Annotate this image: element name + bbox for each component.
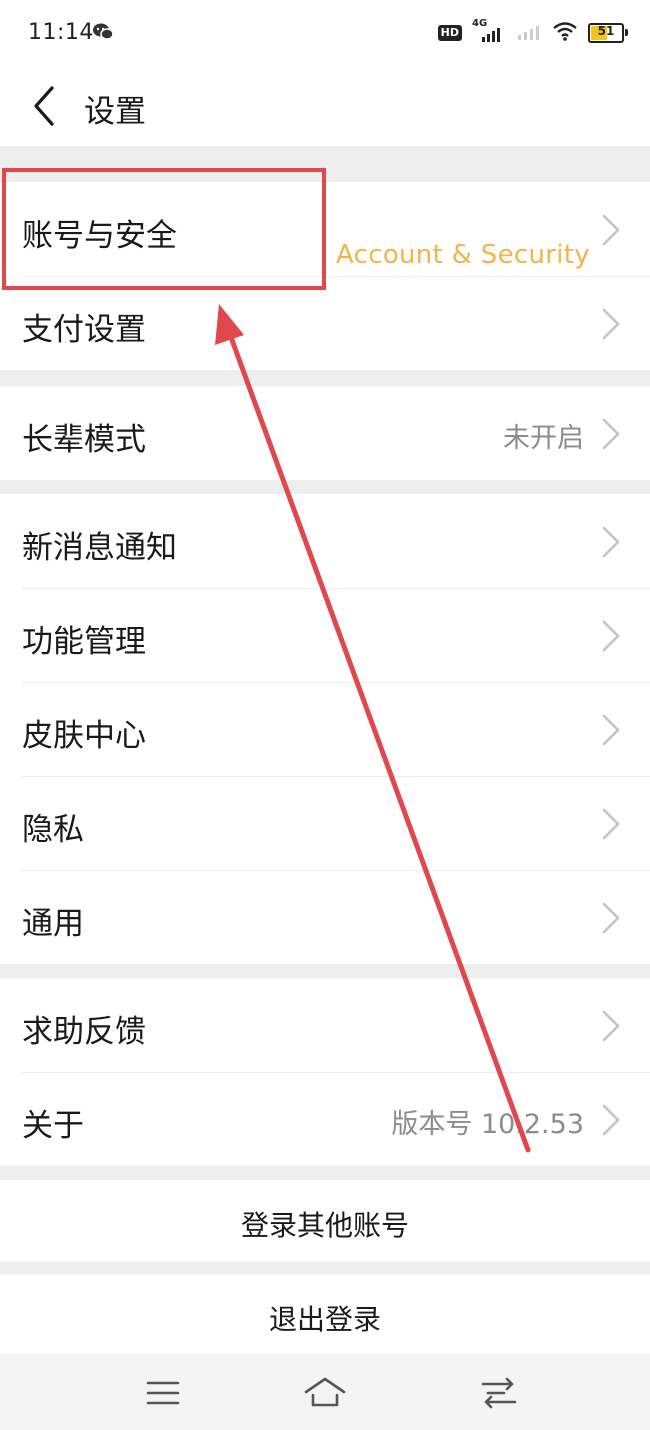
settings-item-label: 皮肤中心 — [22, 718, 146, 754]
divider — [22, 276, 650, 277]
home-button[interactable] — [300, 1368, 350, 1418]
switch-account-button[interactable]: 登录其他账号 — [0, 1180, 650, 1262]
status-bar: 11:14 HD 4G 51 — [0, 0, 650, 70]
settings-item-label: 账号与安全 — [22, 218, 177, 254]
chevron-right-icon — [602, 902, 620, 934]
settings-item-notifications[interactable]: 新消息通知 — [0, 494, 650, 588]
chevron-right-icon — [602, 808, 620, 840]
menu-button[interactable] — [138, 1368, 188, 1418]
chevron-right-icon — [602, 214, 620, 246]
settings-item-label: 长辈模式 — [22, 422, 146, 458]
chevron-right-icon — [602, 620, 620, 652]
divider — [22, 870, 650, 871]
title-bar: 设置 — [0, 70, 650, 146]
settings-item-elder-mode[interactable]: 长辈模式 未开启 — [0, 386, 650, 480]
settings-group-help: 求助反馈 关于 版本号 10.2.53 — [0, 978, 650, 1166]
home-icon — [304, 1377, 346, 1407]
settings-group-general: 新消息通知 功能管理 皮肤中心 隐私 通用 — [0, 494, 650, 964]
settings-group-elder: 长辈模式 未开启 — [0, 386, 650, 480]
settings-item-privacy[interactable]: 隐私 — [0, 776, 650, 870]
settings-group-account: 账号与安全 支付设置 — [0, 182, 650, 370]
menu-icon — [146, 1381, 180, 1405]
settings-item-label: 新消息通知 — [22, 530, 177, 566]
cell-signal-2-icon — [516, 20, 542, 46]
chevron-right-icon — [602, 1104, 620, 1136]
status-time: 11:14 — [28, 20, 94, 45]
divider — [22, 776, 650, 777]
settings-item-payment[interactable]: 支付设置 — [0, 276, 650, 370]
settings-item-value: 版本号 10.2.53 — [391, 1109, 584, 1140]
settings-item-label: 支付设置 — [22, 312, 146, 348]
annotation-caption: Account & Security — [336, 240, 590, 270]
settings-item-general[interactable]: 通用 — [0, 870, 650, 964]
system-nav-bar — [0, 1354, 650, 1430]
settings-item-label: 隐私 — [22, 812, 84, 848]
settings-item-feedback[interactable]: 求助反馈 — [0, 978, 650, 1072]
wifi-icon — [552, 20, 578, 46]
divider — [22, 682, 650, 683]
settings-item-skins[interactable]: 皮肤中心 — [0, 682, 650, 776]
chevron-right-icon — [602, 526, 620, 558]
chevron-right-icon — [602, 714, 620, 746]
settings-item-label: 功能管理 — [22, 624, 146, 660]
wechat-icon — [92, 22, 114, 46]
settings-item-label: 求助反馈 — [22, 1014, 146, 1050]
logout-button[interactable]: 退出登录 — [0, 1274, 650, 1356]
chevron-right-icon — [602, 308, 620, 340]
status-icons: HD 4G 51 — [437, 18, 628, 46]
back-button[interactable] — [24, 82, 74, 132]
chevron-left-icon — [34, 86, 54, 126]
battery-percent: 51 — [597, 24, 615, 38]
hd-badge: HD — [437, 25, 462, 41]
settings-item-label: 关于 — [22, 1108, 84, 1144]
chevron-right-icon — [602, 418, 620, 450]
logout-label: 退出登录 — [268, 1303, 381, 1336]
return-button[interactable] — [474, 1368, 524, 1418]
divider — [22, 588, 650, 589]
chevron-right-icon — [602, 1010, 620, 1042]
settings-item-value: 未开启 — [503, 423, 584, 454]
return-icon — [481, 1377, 517, 1409]
battery-icon: 51 — [588, 23, 628, 43]
settings-item-features[interactable]: 功能管理 — [0, 588, 650, 682]
divider — [22, 1072, 650, 1073]
switch-account-label: 登录其他账号 — [240, 1209, 409, 1242]
settings-item-label: 通用 — [22, 906, 84, 942]
settings-item-about[interactable]: 关于 版本号 10.2.53 — [0, 1072, 650, 1166]
page-title: 设置 — [84, 94, 146, 130]
cell-signal-icon: 4G — [472, 18, 506, 44]
